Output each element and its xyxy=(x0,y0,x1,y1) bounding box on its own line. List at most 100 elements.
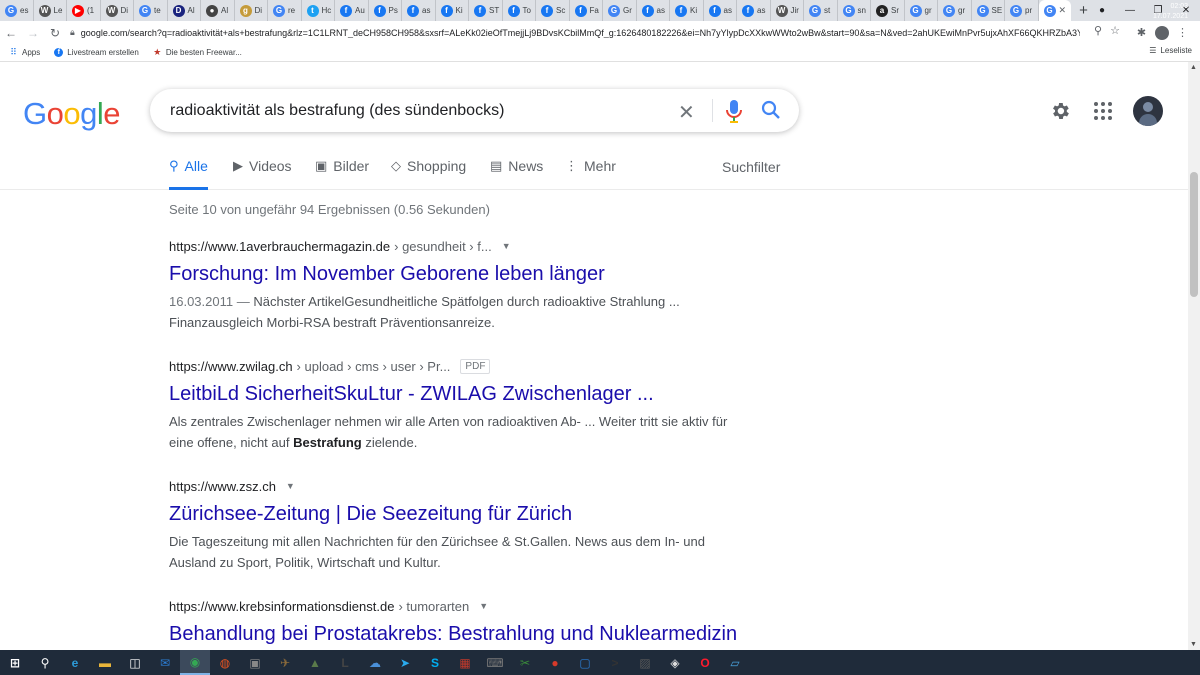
taskbar-item[interactable]: ⚲ xyxy=(30,650,60,675)
browser-tab[interactable]: f Ki xyxy=(670,0,704,21)
reload-icon[interactable]: ↻ xyxy=(44,22,66,44)
bookmark-freewar[interactable]: ★ Die besten Freewar... xyxy=(153,47,242,57)
result-cite[interactable]: https://www.1averbrauchermagazin.de › ge… xyxy=(169,237,729,255)
clear-search-icon[interactable]: ✕ xyxy=(678,100,695,125)
taskbar-item[interactable]: ▨ xyxy=(630,650,660,675)
search-icon[interactable] xyxy=(761,100,781,120)
taskbar-item[interactable]: ➤ xyxy=(390,650,420,675)
browser-tab[interactable]: Gpr xyxy=(1005,0,1039,21)
chevron-down-icon[interactable]: ▼ xyxy=(479,601,488,611)
tab-shopping[interactable]: ◇ Shopping xyxy=(391,158,466,190)
tab-videos[interactable]: ▶ Videos xyxy=(233,158,292,190)
tab-all[interactable]: ⚲ Alle xyxy=(169,158,208,190)
zoom-icon[interactable]: ⚲ xyxy=(1094,24,1102,37)
taskbar-item[interactable]: ▲ xyxy=(300,650,330,675)
profile-menu-icon[interactable]: ● xyxy=(1088,0,1116,21)
browser-tab[interactable]: Ges xyxy=(0,0,34,21)
profile-avatar-icon[interactable] xyxy=(1155,25,1169,40)
browser-tab[interactable]: G SE xyxy=(972,0,1005,21)
address-url[interactable]: google.com/search?q=radioaktivität+als+b… xyxy=(81,28,1080,38)
browser-tab[interactable]: f as xyxy=(737,0,771,21)
taskbar-item[interactable]: ▦ xyxy=(450,650,480,675)
scrollbar-thumb[interactable] xyxy=(1190,172,1198,297)
taskbar-item[interactable]: ✈ xyxy=(270,650,300,675)
browser-tab[interactable]: Gsn xyxy=(838,0,871,21)
settings-gear-icon[interactable] xyxy=(1049,100,1071,122)
browser-tab[interactable]: Gre xyxy=(268,0,302,21)
chevron-down-icon[interactable]: ▼ xyxy=(286,481,295,491)
taskbar-item[interactable]: ☁ xyxy=(360,650,390,675)
browser-tab[interactable]: Gte xyxy=(134,0,168,21)
taskbar-item[interactable]: ✉ xyxy=(150,650,180,675)
tab-more[interactable]: ⋮ Mehr xyxy=(565,158,616,190)
browser-tab[interactable]: f Au xyxy=(335,0,369,21)
tab-news[interactable]: ▤ News xyxy=(490,158,543,190)
result-title-link[interactable]: Forschung: Im November Geborene leben lä… xyxy=(169,261,729,287)
result-cite[interactable]: https://www.zwilag.ch › upload › cms › u… xyxy=(169,357,729,375)
taskbar-item[interactable]: ⊞ xyxy=(0,650,30,675)
taskbar-item[interactable]: e xyxy=(60,650,90,675)
result-title-link[interactable]: Behandlung bei Prostatakrebs: Bestrahlun… xyxy=(169,621,737,647)
browser-tab[interactable]: f Fa xyxy=(570,0,603,21)
browser-tab[interactable]: f ST xyxy=(469,0,503,21)
browser-tab[interactable]: W Di xyxy=(101,0,134,21)
browser-tab[interactable]: f as xyxy=(704,0,737,21)
browser-tab[interactable]: ● Al xyxy=(201,0,235,21)
lock-icon[interactable]: 🔒︎ xyxy=(70,27,75,38)
taskbar-item[interactable]: ▬ xyxy=(90,650,120,675)
scroll-down-icon[interactable]: ▼ xyxy=(1190,641,1197,648)
browser-tab[interactable]: a Sr xyxy=(871,0,905,21)
google-apps-icon[interactable] xyxy=(1094,102,1112,120)
bookmark-apps[interactable]: ⠿ Apps xyxy=(9,47,40,57)
browser-tab[interactable]: Ggr xyxy=(938,0,972,21)
taskbar-item[interactable]: ◈ xyxy=(660,650,690,675)
taskbar-item[interactable]: ⌨ xyxy=(480,650,510,675)
result-title-link[interactable]: Zürichsee-Zeitung | Die Seezeitung für Z… xyxy=(169,501,729,527)
browser-tab[interactable]: ▶ (1 xyxy=(67,0,101,21)
address-bar[interactable]: 🔒︎ google.com/search?q=radioaktivität+al… xyxy=(70,23,1080,42)
forward-icon[interactable]: → xyxy=(22,22,44,44)
taskbar-item[interactable]: S xyxy=(420,650,450,675)
taskbar-item[interactable]: ● xyxy=(540,650,570,675)
taskbar-item[interactable]: O xyxy=(690,650,720,675)
browser-tab[interactable]: G Gr xyxy=(603,0,637,21)
bookmark-star-icon[interactable]: ☆ xyxy=(1110,24,1120,37)
browser-menu-icon[interactable]: ⋮ xyxy=(1175,26,1190,39)
taskbar-item[interactable]: L xyxy=(330,650,360,675)
tab-images[interactable]: ▣ Bilder xyxy=(315,158,369,190)
taskbar-item[interactable]: ◍ xyxy=(210,650,240,675)
search-filter-button[interactable]: Suchfilter xyxy=(722,159,780,175)
browser-tab[interactable]: W Jir xyxy=(771,0,804,21)
browser-tab[interactable]: W Le xyxy=(34,0,67,21)
close-tab-icon[interactable]: ✕ xyxy=(1059,5,1067,16)
browser-tab[interactable]: t Hc xyxy=(302,0,335,21)
browser-tab[interactable]: f as xyxy=(402,0,436,21)
search-input[interactable] xyxy=(170,101,650,120)
minimize-icon[interactable]: — xyxy=(1116,0,1144,21)
back-icon[interactable]: ← xyxy=(0,22,22,44)
browser-tab[interactable]: f To xyxy=(503,0,536,21)
browser-tab[interactable]: f Sc xyxy=(536,0,570,21)
search-box[interactable]: ✕ xyxy=(150,89,799,132)
scroll-up-icon[interactable]: ▲ xyxy=(1190,64,1197,71)
microphone-icon[interactable] xyxy=(724,99,744,123)
taskbar-clock[interactable]: 02:03 17.07.2021 xyxy=(1153,2,1188,22)
taskbar-item[interactable]: ▱ xyxy=(720,650,750,675)
browser-tab[interactable]: Ggr xyxy=(905,0,938,21)
browser-tab[interactable]: g Di xyxy=(235,0,268,21)
browser-tab[interactable]: D Al xyxy=(168,0,201,21)
chevron-down-icon[interactable]: ▼ xyxy=(502,241,511,251)
reading-list[interactable]: ☰ Leseliste xyxy=(1149,46,1192,55)
taskbar-item[interactable]: ◉ xyxy=(180,650,210,675)
taskbar-item[interactable]: ◫ xyxy=(120,650,150,675)
result-cite[interactable]: https://www.zsz.ch ▼ xyxy=(169,477,729,495)
taskbar-item[interactable]: ▢ xyxy=(570,650,600,675)
extensions-icon[interactable]: ✱ xyxy=(1134,26,1149,39)
bookmark-livestream[interactable]: f Livestream erstellen xyxy=(54,48,139,57)
taskbar-item[interactable]: ▣ xyxy=(240,650,270,675)
page-scrollbar[interactable]: ▲ ▼ xyxy=(1188,62,1200,650)
account-avatar[interactable] xyxy=(1133,96,1163,126)
taskbar-item[interactable]: > xyxy=(600,650,630,675)
browser-tab[interactable]: f as xyxy=(637,0,670,21)
browser-tab[interactable]: f Ki xyxy=(436,0,469,21)
